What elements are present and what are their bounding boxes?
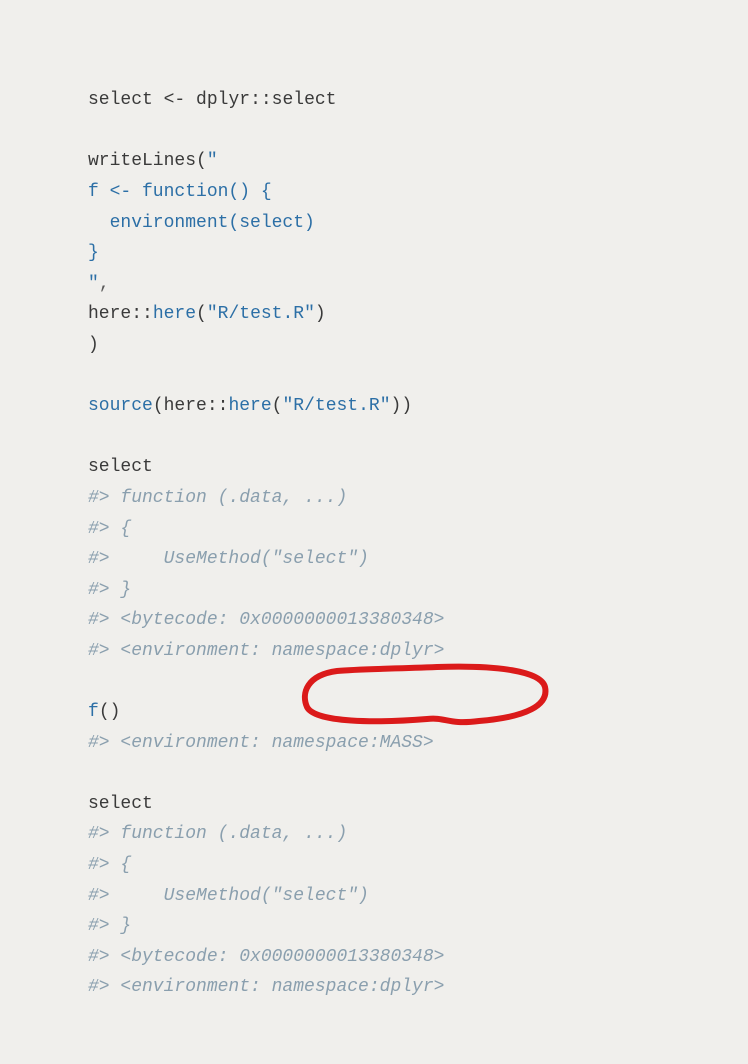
code-line: ", (88, 269, 718, 300)
code-line (88, 422, 718, 453)
code-line: writeLines(" (88, 146, 718, 177)
code-line: #> { (88, 514, 718, 545)
code-line: select <- dplyr::select (88, 85, 718, 116)
code-line: #> UseMethod("select") (88, 881, 718, 912)
code-line: ) (88, 330, 718, 361)
token-ns-op: :: (131, 304, 153, 324)
code-line: #> { (88, 850, 718, 881)
code-line: #> <environment: namespace:dplyr> (88, 972, 718, 1003)
token-paren: ( (196, 304, 207, 324)
token-ns-op: :: (207, 396, 229, 416)
token-string: " (88, 274, 99, 294)
comment-text: #> } (88, 580, 131, 600)
code-line: } (88, 238, 718, 269)
code-line: #> function (.data, ...) (88, 819, 718, 850)
comment-text: #> { (88, 519, 131, 539)
token-ident: select (272, 90, 337, 110)
code-line: #> <bytecode: 0x0000000013380348> (88, 605, 718, 636)
token-ident: here (88, 304, 131, 324)
code-line: #> function (.data, ...) (88, 483, 718, 514)
code-line: #> <bytecode: 0x0000000013380348> (88, 942, 718, 973)
comment-text: #> UseMethod("select") (88, 549, 369, 569)
code-line: source(here::here("R/test.R")) (88, 391, 718, 422)
token-op: , (99, 274, 110, 294)
token-ident: writeLines (88, 151, 196, 171)
comment-text: #> <bytecode: 0x0000000013380348> (88, 610, 444, 630)
token-assign: <- (164, 90, 186, 110)
code-line: #> } (88, 911, 718, 942)
token-ident: select (88, 90, 153, 110)
token-ident: here (164, 396, 207, 416)
token-string: " (207, 151, 218, 171)
token-func: here (153, 304, 196, 324)
comment-text: #> <environment: namespace:dplyr> (88, 977, 444, 997)
token-string: f <- function() { (88, 182, 272, 202)
comment-text: #> { (88, 855, 131, 875)
comment-text: #> } (88, 916, 131, 936)
token-ident: dplyr (196, 90, 250, 110)
token-func: f (88, 702, 99, 722)
token-string: "R/test.R" (207, 304, 315, 324)
token-ns-op: :: (250, 90, 272, 110)
code-block: select <- dplyr::select writeLines("f <-… (88, 24, 718, 1064)
token-paren: ( (153, 396, 164, 416)
token-ident: select (88, 794, 153, 814)
token-string: } (88, 243, 99, 263)
code-line: f() (88, 697, 718, 728)
code-line: select (88, 452, 718, 483)
code-line (88, 116, 718, 147)
token-paren: ) (401, 396, 412, 416)
token-paren: ) (88, 335, 99, 355)
token-ident: select (88, 457, 153, 477)
code-line: f <- function() { (88, 177, 718, 208)
token-func: here (228, 396, 271, 416)
comment-text: #> function (.data, ...) (88, 488, 347, 508)
token-paren: ) (315, 304, 326, 324)
code-line (88, 361, 718, 392)
token-paren: ) (391, 396, 402, 416)
code-line (88, 758, 718, 789)
code-line: here::here("R/test.R") (88, 299, 718, 330)
comment-text: #> <bytecode: 0x0000000013380348> (88, 947, 444, 967)
code-line (88, 666, 718, 697)
token-paren: ( (272, 396, 283, 416)
comment-text: #> UseMethod("select") (88, 886, 369, 906)
token-string: "R/test.R" (282, 396, 390, 416)
code-line: select (88, 789, 718, 820)
code-line: #> UseMethod("select") (88, 544, 718, 575)
token-paren: () (99, 702, 121, 722)
token-string: environment(select) (88, 213, 315, 233)
code-line: #> <environment: namespace:MASS> (88, 728, 718, 759)
token-paren: ( (196, 151, 207, 171)
comment-text: #> <environment: namespace:MASS> (88, 733, 434, 753)
code-line: #> } (88, 575, 718, 606)
token-func: source (88, 396, 153, 416)
comment-text: #> function (.data, ...) (88, 824, 347, 844)
code-line: #> <environment: namespace:dplyr> (88, 636, 718, 667)
comment-text: #> <environment: namespace:dplyr> (88, 641, 444, 661)
code-line: environment(select) (88, 208, 718, 239)
